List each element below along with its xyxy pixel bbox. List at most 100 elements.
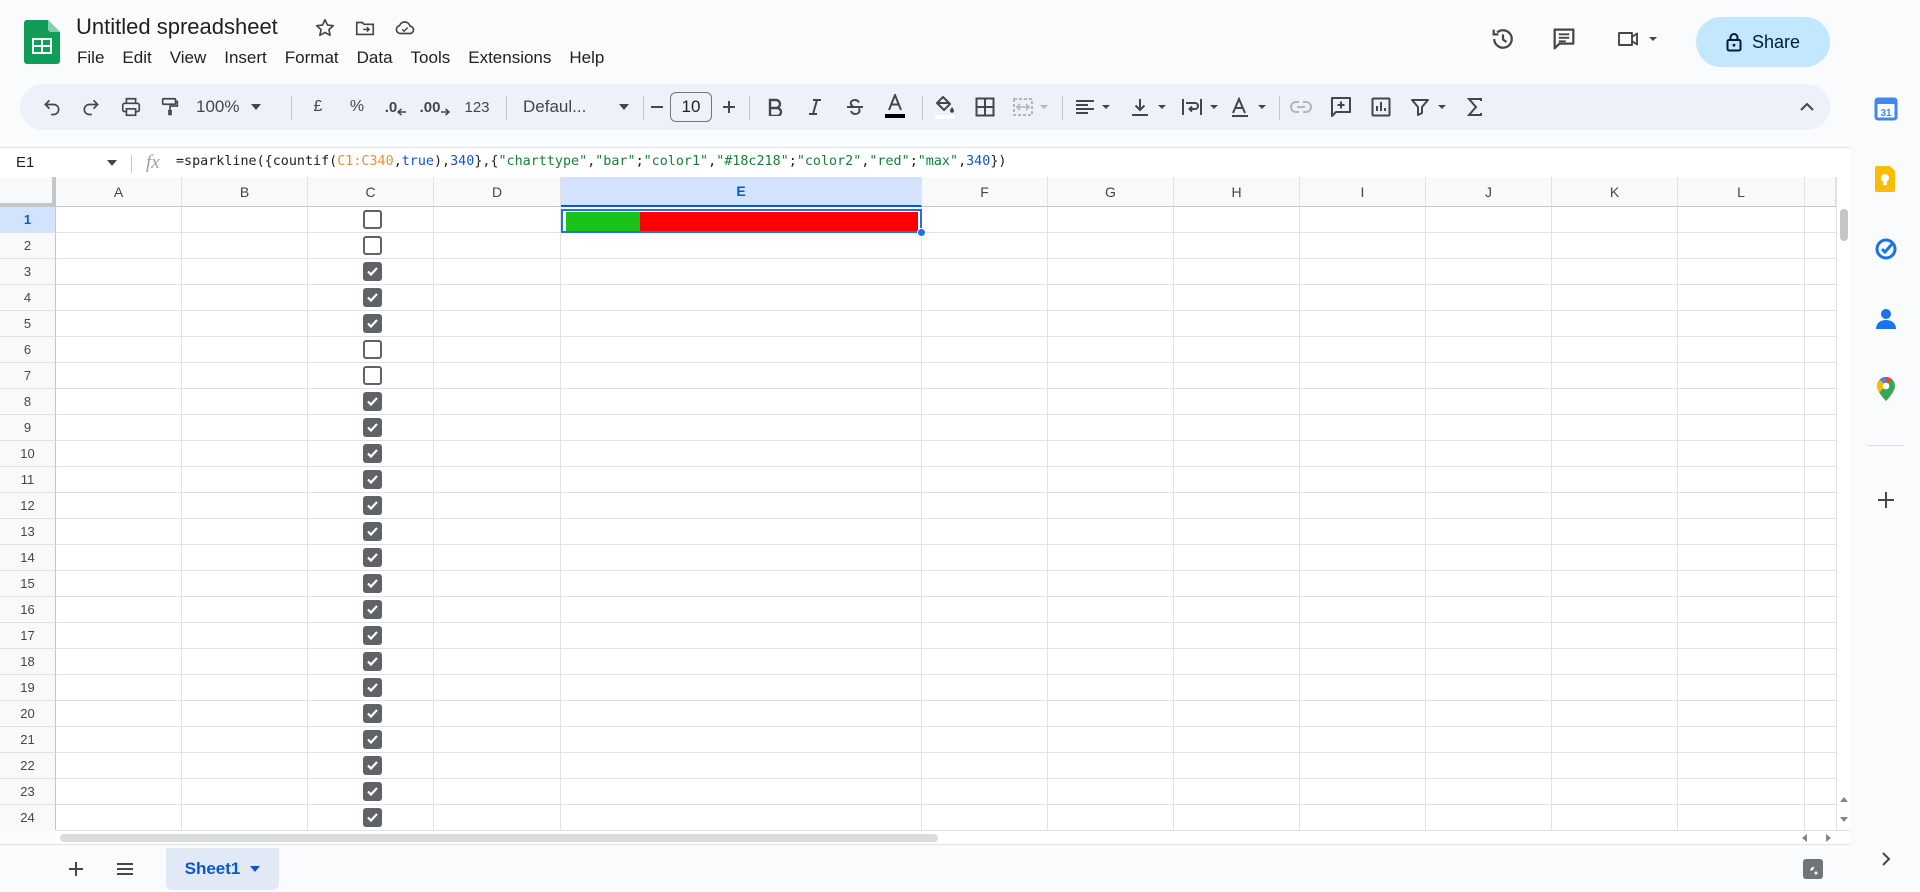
row-header-4[interactable]: 4	[0, 285, 56, 311]
share-button[interactable]: Share	[1696, 17, 1830, 67]
contacts-icon[interactable]	[1873, 306, 1899, 332]
checkbox-c23[interactable]	[363, 782, 382, 801]
checkbox-c5[interactable]	[363, 314, 382, 333]
row-header-10[interactable]: 10	[0, 441, 56, 467]
checkbox-c4[interactable]	[363, 288, 382, 307]
checkbox-c22[interactable]	[363, 756, 382, 775]
row-header-13[interactable]: 13	[0, 519, 56, 545]
keep-icon[interactable]	[1873, 166, 1899, 192]
checkbox-c10[interactable]	[363, 444, 382, 463]
row-header-17[interactable]: 17	[0, 623, 56, 649]
checkbox-c19[interactable]	[363, 678, 382, 697]
scroll-left-icon[interactable]	[1801, 834, 1807, 842]
get-addons-icon[interactable]	[1873, 487, 1899, 513]
menu-tools[interactable]: Tools	[402, 47, 460, 69]
fill-color-icon[interactable]	[931, 93, 959, 121]
checkbox-c21[interactable]	[363, 730, 382, 749]
print-icon[interactable]	[119, 93, 143, 121]
insert-link-icon[interactable]	[1289, 93, 1313, 121]
row-header-8[interactable]: 8	[0, 389, 56, 415]
column-header-j[interactable]: J	[1426, 177, 1552, 207]
insert-chart-icon[interactable]	[1369, 93, 1393, 121]
format-percent-button[interactable]: %	[345, 93, 369, 121]
all-sheets-icon[interactable]	[115, 859, 135, 879]
select-all-corner[interactable]	[0, 177, 56, 207]
text-color-icon[interactable]	[881, 93, 909, 121]
bold-icon[interactable]	[763, 93, 787, 121]
format-currency-button[interactable]: £	[306, 93, 330, 121]
row-header-24[interactable]: 24	[0, 805, 56, 830]
row-header-22[interactable]: 22	[0, 753, 56, 779]
checkbox-c6[interactable]	[363, 340, 382, 359]
row-header-7[interactable]: 7	[0, 363, 56, 389]
cloud-saved-icon[interactable]	[393, 16, 417, 40]
column-header-a[interactable]: A	[56, 177, 182, 207]
scroll-up-icon[interactable]	[1840, 796, 1848, 802]
menu-format[interactable]: Format	[276, 47, 348, 69]
column-header-h[interactable]: H	[1174, 177, 1300, 207]
add-sheet-icon[interactable]	[66, 859, 86, 879]
sheets-logo-icon[interactable]	[24, 20, 60, 64]
row-header-5[interactable]: 5	[0, 311, 56, 337]
undo-icon[interactable]	[40, 93, 64, 121]
checkbox-c12[interactable]	[363, 496, 382, 515]
maps-icon[interactable]	[1873, 376, 1899, 402]
move-folder-icon[interactable]	[353, 16, 377, 40]
column-header-i[interactable]: I	[1300, 177, 1426, 207]
column-header-e[interactable]: E	[561, 177, 922, 207]
font-family-select[interactable]: Defaul...	[517, 93, 635, 121]
row-header-21[interactable]: 21	[0, 727, 56, 753]
column-header-f[interactable]: F	[922, 177, 1048, 207]
increase-decimal-button[interactable]: .00	[418, 93, 452, 121]
row-header-14[interactable]: 14	[0, 545, 56, 571]
checkbox-c3[interactable]	[363, 262, 382, 281]
vertical-align-icon[interactable]	[1130, 93, 1170, 121]
zoom-select[interactable]: 100%	[196, 93, 274, 121]
text-rotation-icon[interactable]	[1230, 93, 1270, 121]
checkbox-c14[interactable]	[363, 548, 382, 567]
menu-edit[interactable]: Edit	[113, 47, 160, 69]
row-header-3[interactable]: 3	[0, 259, 56, 285]
name-box[interactable]: E1	[16, 154, 34, 171]
horizontal-scrollbar[interactable]	[56, 830, 1850, 844]
tasks-icon[interactable]	[1873, 236, 1899, 262]
merge-cells-icon[interactable]	[1012, 93, 1052, 121]
checkbox-c13[interactable]	[363, 522, 382, 541]
row-header-12[interactable]: 12	[0, 493, 56, 519]
strikethrough-icon[interactable]	[843, 93, 867, 121]
column-header-k[interactable]: K	[1552, 177, 1678, 207]
horizontal-scroll-thumb[interactable]	[60, 834, 938, 842]
row-header-6[interactable]: 6	[0, 337, 56, 363]
row-header-20[interactable]: 20	[0, 701, 56, 727]
menu-help[interactable]: Help	[560, 47, 613, 69]
row-header-15[interactable]: 15	[0, 571, 56, 597]
functions-icon[interactable]	[1463, 93, 1487, 121]
redo-icon[interactable]	[79, 93, 103, 121]
horizontal-align-icon[interactable]	[1074, 93, 1114, 121]
menu-view[interactable]: View	[161, 47, 216, 69]
scroll-right-icon[interactable]	[1826, 834, 1832, 842]
checkbox-c20[interactable]	[363, 704, 382, 723]
row-header-18[interactable]: 18	[0, 649, 56, 675]
vertical-scroll-thumb[interactable]	[1840, 209, 1848, 241]
version-history-icon[interactable]	[1488, 24, 1518, 54]
star-icon[interactable]	[313, 16, 337, 40]
vertical-scrollbar[interactable]	[1836, 177, 1850, 830]
checkbox-c11[interactable]	[363, 470, 382, 489]
column-header-d[interactable]: D	[434, 177, 561, 207]
menu-file[interactable]: File	[68, 47, 113, 69]
menu-insert[interactable]: Insert	[215, 47, 276, 69]
text-wrapping-icon[interactable]	[1180, 93, 1222, 121]
column-header-l[interactable]: L	[1678, 177, 1805, 207]
filter-icon[interactable]	[1410, 93, 1450, 121]
menu-extensions[interactable]: Extensions	[459, 47, 560, 69]
meet-icon[interactable]	[1615, 24, 1665, 54]
collapse-toolbar-icon[interactable]	[1795, 93, 1819, 121]
insert-comment-icon[interactable]	[1329, 93, 1353, 121]
formula-input[interactable]: =sparkline({countif(C1:C340,true),340},{…	[176, 154, 1006, 169]
sheet-tab-sheet1[interactable]: Sheet1	[166, 848, 279, 890]
row-header-11[interactable]: 11	[0, 467, 56, 493]
font-size-input[interactable]: 10	[670, 92, 712, 122]
borders-icon[interactable]	[973, 93, 997, 121]
column-header-c[interactable]: C	[308, 177, 434, 207]
